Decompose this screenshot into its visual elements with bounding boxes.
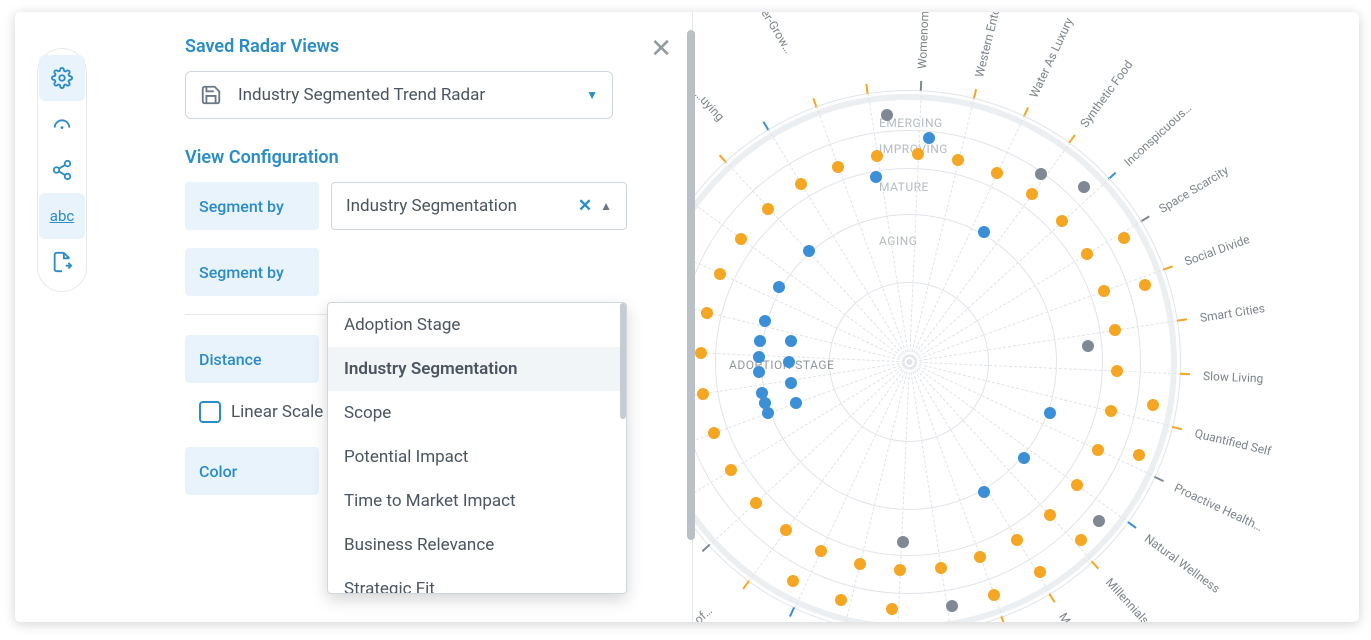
gauge-icon[interactable] <box>39 101 85 147</box>
dropdown-item[interactable]: Business Relevance <box>328 523 626 567</box>
dropdown-scrollbar[interactable] <box>620 303 626 419</box>
panel-scrollbar[interactable] <box>687 30 695 540</box>
segment-by-1-label: Segment by <box>185 182 319 230</box>
segment-by-2-label: Segment by <box>185 248 319 296</box>
clear-icon[interactable]: ✕ <box>578 196 592 216</box>
sidebar-toolbar: abc <box>37 48 87 292</box>
dropdown-item[interactable]: Scope <box>328 391 626 435</box>
close-icon[interactable]: ✕ <box>650 34 672 64</box>
gear-icon[interactable] <box>39 55 85 101</box>
dropdown-item[interactable]: Time to Market Impact <box>328 479 626 523</box>
dropdown-item[interactable]: Strategic Fit <box>328 567 626 594</box>
saved-views-title: Saved Radar Views <box>185 36 692 57</box>
segment-by-dropdown: Adoption Stage Industry Segmentation Sco… <box>327 302 627 594</box>
dropdown-item[interactable]: Industry Segmentation <box>328 347 626 391</box>
segment-by-1-value: Industry Segmentation <box>346 196 578 216</box>
view-config-title: View Configuration <box>185 147 692 168</box>
dropdown-item[interactable]: Adoption Stage <box>328 303 626 347</box>
chevron-up-icon: ▲ <box>600 199 612 213</box>
segment-by-1-select[interactable]: Industry Segmentation ✕ ▲ <box>331 182 627 230</box>
share-icon[interactable] <box>39 147 85 193</box>
linear-scale-label: Linear Scale <box>231 402 323 422</box>
export-icon[interactable] <box>39 239 85 285</box>
labels-icon[interactable]: abc <box>39 193 85 239</box>
chevron-down-icon: ▼ <box>586 88 598 102</box>
distance-label: Distance <box>185 335 319 383</box>
color-label: Color <box>185 447 319 495</box>
saved-view-select[interactable]: Industry Segmented Trend Radar ▼ <box>185 71 613 119</box>
dropdown-item[interactable]: Potential Impact <box>328 435 626 479</box>
disk-icon <box>200 84 222 106</box>
saved-view-value: Industry Segmented Trend Radar <box>238 85 586 105</box>
radar-chart: EMERGINGIMPROVINGMATUREAGINGADOPTION STA… <box>659 12 1359 622</box>
linear-scale-checkbox[interactable] <box>199 401 221 423</box>
